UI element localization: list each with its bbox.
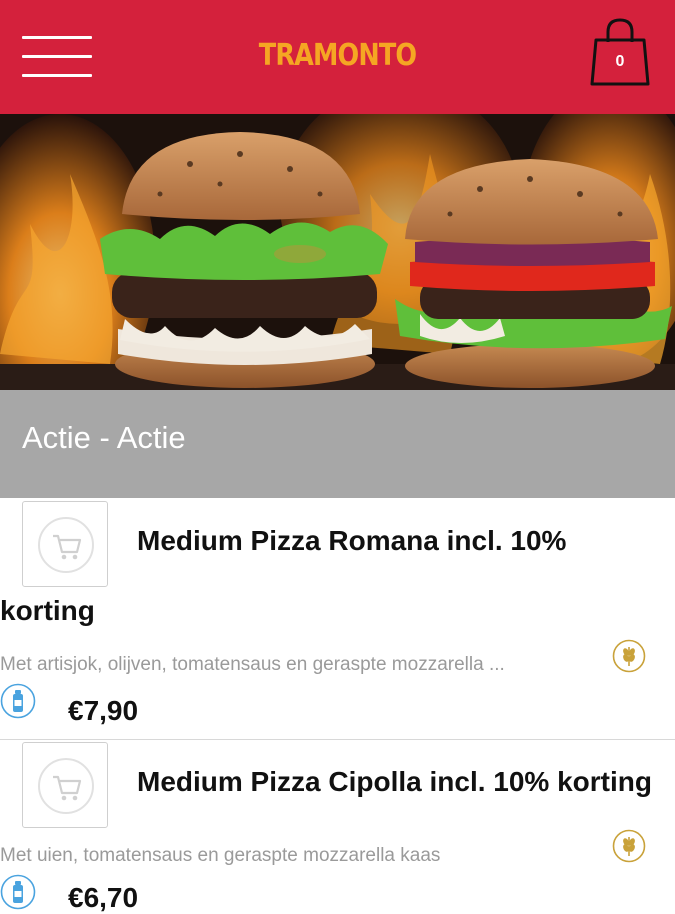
- product-item[interactable]: Medium Pizza Romana incl. 10% korting Me…: [0, 499, 675, 739]
- product-price: €6,70: [68, 882, 139, 913]
- brand-title: TRAMONTO: [258, 38, 417, 73]
- hero-banner-image: [0, 114, 675, 390]
- shopping-bag-icon: [590, 18, 650, 86]
- product-price: €7,90: [68, 695, 139, 726]
- cart-button[interactable]: 0: [588, 16, 652, 88]
- app-header: TRAMONTO 0: [0, 0, 675, 114]
- cart-count-badge: 0: [615, 53, 625, 70]
- cart-placeholder-icon: [38, 758, 94, 814]
- bottle-icon[interactable]: [0, 874, 36, 910]
- burger-illustration: [0, 114, 675, 390]
- product-name[interactable]: Medium Pizza Romana incl. 10%: [137, 525, 566, 557]
- product-name-continued[interactable]: korting: [0, 595, 95, 627]
- cart-placeholder-icon: [38, 517, 94, 573]
- product-thumbnail[interactable]: [22, 742, 108, 828]
- category-header: Actie - Actie: [0, 390, 675, 498]
- menu-line: [22, 74, 92, 77]
- wheat-icon[interactable]: [612, 639, 646, 673]
- product-name[interactable]: Medium Pizza Cipolla incl. 10% korting: [137, 766, 652, 798]
- product-description: Met artisjok, olijven, tomatensaus en ge…: [0, 654, 505, 675]
- bottle-icon[interactable]: [0, 683, 36, 719]
- wheat-icon[interactable]: [612, 829, 646, 863]
- category-title: Actie - Actie: [22, 420, 186, 455]
- product-item[interactable]: Medium Pizza Cipolla incl. 10% korting M…: [0, 740, 675, 913]
- product-thumbnail[interactable]: [22, 501, 108, 587]
- product-description: Met uien, tomatensaus en geraspte mozzar…: [0, 845, 441, 866]
